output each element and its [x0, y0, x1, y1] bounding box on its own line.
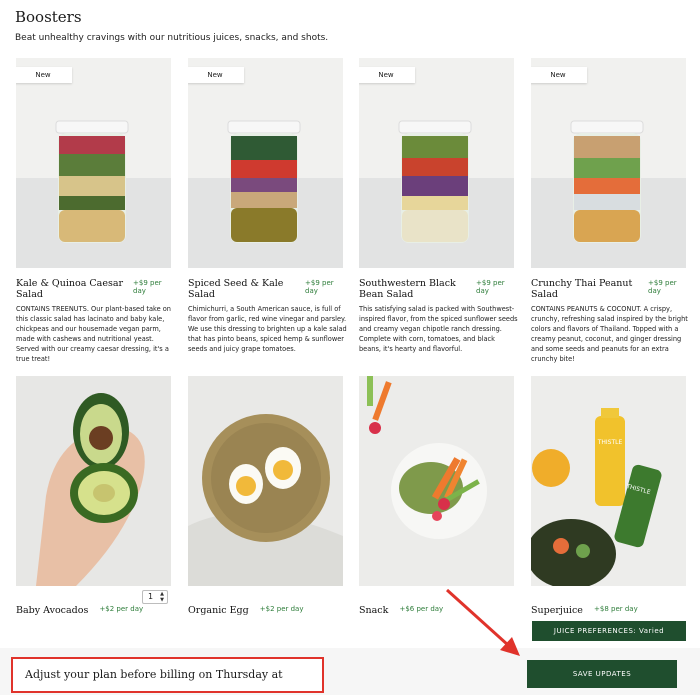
item-header: Snack +$6 per day [359, 598, 514, 617]
salad-image[interactable]: New [16, 58, 171, 268]
item-header: Southwestern Black Bean Salad +$9 per da… [359, 278, 514, 301]
booster-image[interactable] [16, 376, 171, 586]
item-price: +$8 per day [594, 604, 638, 613]
item-price: +$9 per day [648, 279, 677, 295]
new-badge: New [531, 67, 587, 83]
item-header: Organic Egg +$2 per day [188, 598, 343, 617]
item-name: Snack [359, 605, 389, 616]
page-subtitle: Beat unhealthy cravings with our nutriti… [15, 33, 329, 43]
item-price: +$9 per day [133, 279, 162, 295]
item-name: Superjuice [531, 605, 583, 616]
booster-image[interactable]: THISTLE THISTLE [531, 376, 686, 586]
item-name: Kale & Quinoa Caesar Salad [16, 278, 124, 300]
new-badge: New [359, 67, 415, 83]
item-price: +$2 per day [259, 604, 304, 613]
item-description: This satisfying salad is packed with Sou… [359, 305, 518, 353]
juice-bottle-label: THISTLE [597, 439, 623, 446]
item-price: +$9 per day [305, 279, 334, 295]
salad-image[interactable]: New [359, 58, 514, 268]
salad-image[interactable]: New [531, 58, 686, 268]
item-name: Spiced Seed & Kale Salad [188, 278, 284, 300]
item-header: Superjuice +$8 per day [531, 598, 686, 617]
item-name: Baby Avocados [16, 605, 89, 616]
item-name: Crunchy Thai Peanut Salad [531, 278, 633, 300]
item-header: Crunchy Thai Peanut Salad +$9 per day [531, 278, 686, 301]
quantity-value: 1 [148, 592, 154, 601]
save-updates-button[interactable]: SAVE UPDATES [527, 660, 677, 688]
new-badge: New [16, 67, 72, 83]
new-badge: New [188, 67, 244, 83]
item-price: +$9 per day [476, 279, 505, 295]
item-description: Chimichurri, a South American sauce, is … [188, 305, 347, 353]
booster-image[interactable] [359, 376, 514, 586]
item-price: +$6 per day [399, 604, 444, 613]
item-description: CONTAINS TREENUTS. Our plant-based take … [16, 305, 171, 363]
item-header: Spiced Seed & Kale Salad +$9 per day [188, 278, 343, 301]
salad-image[interactable]: New [188, 58, 343, 268]
item-header: Kale & Quinoa Caesar Salad +$9 per day [16, 278, 171, 301]
item-description: CONTAINS PEANUTS & COCONUT. A crispy, cr… [531, 305, 688, 363]
billing-notice: Adjust your plan before billing on Thurs… [11, 657, 324, 693]
juice-preferences-button[interactable]: JUICE PREFERENCES: Varied [532, 621, 686, 641]
item-price: +$2 per day [99, 604, 144, 613]
item-name: Organic Egg [188, 605, 249, 616]
item-name: Southwestern Black Bean Salad [359, 278, 456, 300]
stepper-arrows-icon[interactable]: ▲ ▼ [160, 591, 164, 603]
quantity-stepper[interactable]: 1 ▲ ▼ [142, 590, 168, 604]
page-title: Boosters [15, 8, 82, 26]
booster-image[interactable] [188, 376, 343, 586]
